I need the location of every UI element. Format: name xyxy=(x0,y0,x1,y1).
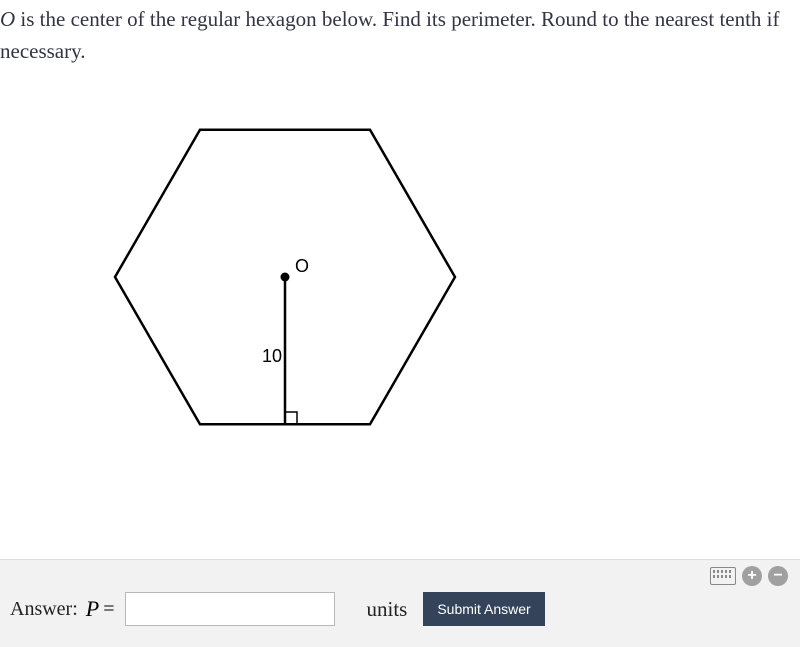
question-variable-o: O xyxy=(0,7,15,31)
center-label: O xyxy=(295,256,309,276)
question-text: O is the center of the regular hexagon b… xyxy=(0,0,800,67)
zoom-out-button[interactable]: − xyxy=(768,566,788,586)
question-body: is the center of the regular hexagon bel… xyxy=(0,7,780,63)
answer-equals: = xyxy=(103,598,114,621)
units-label: units xyxy=(367,597,408,622)
keyboard-icon[interactable] xyxy=(710,567,736,585)
submit-button[interactable]: Submit Answer xyxy=(423,592,544,626)
apothem-label: 10 xyxy=(262,346,282,366)
answer-variable: P xyxy=(86,596,99,622)
answer-label: Answer: xyxy=(10,598,78,621)
figure-area: O 10 xyxy=(0,67,800,507)
hexagon-figure: O 10 xyxy=(95,102,475,462)
answer-bar: + − Answer: P = units Submit Answer xyxy=(0,559,800,647)
answer-row: Answer: P = units Submit Answer xyxy=(0,560,800,626)
zoom-in-button[interactable]: + xyxy=(742,566,762,586)
toolbar-icons: + − xyxy=(710,566,788,586)
right-angle-marker xyxy=(285,412,297,424)
answer-input[interactable] xyxy=(125,592,335,626)
